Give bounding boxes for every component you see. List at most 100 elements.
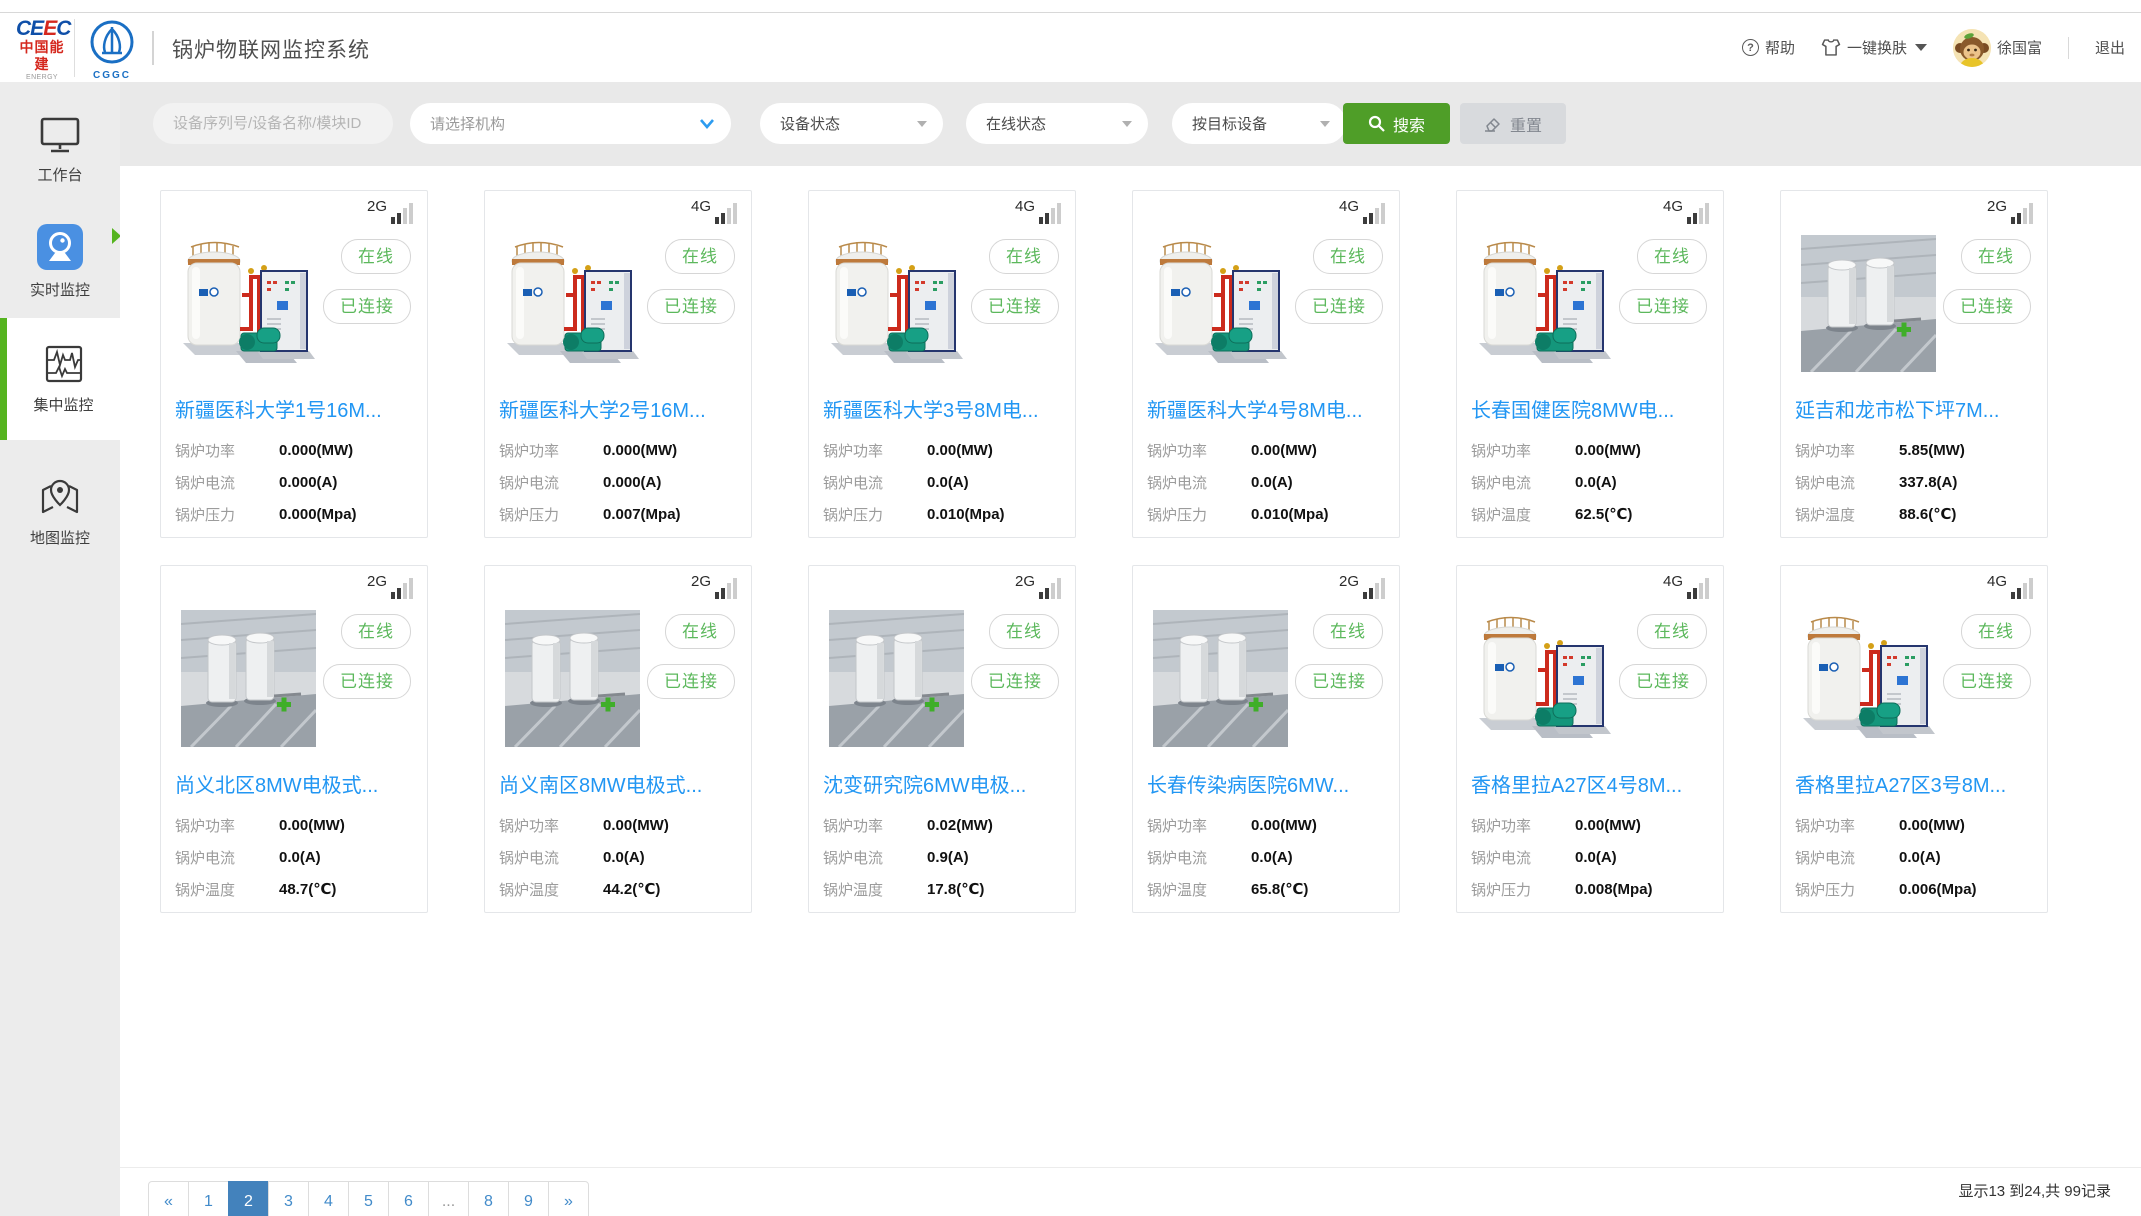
network-type-label: 2G (1987, 199, 2007, 214)
device-card[interactable]: 2G 在线 (160, 190, 428, 538)
network-type-label: 4G (1663, 199, 1683, 214)
device-title-link[interactable]: 长春传染病医院6MW... (1147, 769, 1391, 798)
device-metrics: 锅炉功率0.02(MW)锅炉电流0.9(A)锅炉温度17.8(℃) (823, 809, 1061, 905)
device-metrics: 锅炉功率0.00(MW)锅炉电流0.0(A)锅炉温度65.8(℃) (1147, 809, 1385, 905)
device-metrics: 锅炉功率5.85(MW)锅炉电流337.8(A)锅炉温度88.6(℃) (1795, 434, 2033, 530)
device-image (505, 235, 640, 372)
device-card[interactable]: 2G 在线 已连接 延吉和龙市松下坪7M... 锅炉功率5.85(MW)锅炉电流… (1780, 190, 2048, 538)
pagination-page-button[interactable]: 3 (268, 1181, 309, 1216)
target-device-select[interactable]: 按目标设备 (1172, 103, 1346, 144)
chevron-down-icon (1915, 44, 1927, 51)
title-divider (152, 31, 154, 65)
metric-label: 锅炉功率 (1147, 440, 1251, 461)
device-card[interactable]: 4G 在线 (484, 190, 752, 538)
device-metrics: 锅炉功率0.000(MW)锅炉电流0.000(A)锅炉压力0.007(Mpa) (499, 434, 737, 530)
metric-label: 锅炉压力 (823, 504, 927, 525)
device-card[interactable]: 2G 在线 已连接 尚义南区8MW电极式... 锅炉功率0.00(MW)锅炉电流… (484, 565, 752, 913)
user-menu[interactable]: 徐国富 (1953, 29, 2042, 67)
metric-label: 锅炉压力 (1795, 879, 1899, 900)
device-metrics: 锅炉功率0.00(MW)锅炉电流0.0(A)锅炉压力0.010(Mpa) (1147, 434, 1385, 530)
device-card[interactable]: 4G 在线 (1456, 190, 1724, 538)
pagination-page-button[interactable]: 5 (348, 1181, 389, 1216)
metric-value: 0.00(MW) (603, 817, 669, 834)
online-status-badge: 在线 (1313, 239, 1383, 274)
ceec-logo: CEEC 中国能建 ENERGY CHINA (16, 19, 68, 83)
device-metrics: 锅炉功率0.00(MW)锅炉电流0.0(A)锅炉温度44.2(℃) (499, 809, 737, 905)
device-title-link[interactable]: 新疆医科大学2号16M... (499, 394, 743, 423)
device-status-value: 设备状态 (780, 113, 840, 134)
device-card[interactable]: 2G 在线 已连接 长春传染病医院6MW... 锅炉功率0.00(MW)锅炉电流… (1132, 565, 1400, 913)
device-title-link[interactable]: 新疆医科大学4号8M电... (1147, 394, 1391, 423)
eraser-icon (1484, 115, 1502, 132)
metric-value: 5.85(MW) (1899, 442, 1965, 459)
device-image (1477, 610, 1612, 747)
metric-row: 锅炉电流0.0(A) (823, 466, 1061, 498)
cards-grid: 2G 在线 (120, 166, 2141, 1168)
skin-switch-button[interactable]: 一键换肤 (1821, 37, 1927, 58)
device-title-link[interactable]: 新疆医科大学3号8M电... (823, 394, 1067, 423)
online-status-select[interactable]: 在线状态 (966, 103, 1148, 144)
organization-select[interactable]: 请选择机构 (410, 103, 731, 144)
pagination-page-button[interactable]: 9 (508, 1181, 549, 1216)
pagination-next-button[interactable]: » (548, 1181, 589, 1216)
connection-status-badge: 已连接 (1943, 664, 2031, 699)
device-image (1153, 610, 1288, 747)
signal-bars-icon (391, 574, 413, 599)
device-card[interactable]: 4G 在线 (1780, 565, 2048, 913)
pagination-prev-button[interactable]: « (148, 1181, 189, 1216)
metric-label: 锅炉功率 (175, 815, 279, 836)
network-type-label: 2G (367, 574, 387, 589)
metric-value: 0.00(MW) (927, 442, 993, 459)
device-title-link[interactable]: 沈变研究院6MW电极... (823, 769, 1067, 798)
device-title-link[interactable]: 香格里拉A27区3号8M... (1795, 769, 2039, 798)
device-card[interactable]: 4G 在线 (808, 190, 1076, 538)
help-button[interactable]: ? 帮助 (1742, 37, 1795, 58)
logo-divider (74, 19, 75, 77)
chevron-down-icon (699, 118, 715, 129)
pagination-page-button[interactable]: 2 (228, 1181, 269, 1216)
online-status-badge: 在线 (989, 239, 1059, 274)
metric-value: 0.000(MW) (279, 442, 353, 459)
device-image (181, 235, 316, 372)
metric-value: 0.0(A) (279, 849, 321, 866)
online-status-badge: 在线 (665, 614, 735, 649)
metric-row: 锅炉电流337.8(A) (1795, 466, 2033, 498)
metric-label: 锅炉功率 (1795, 440, 1899, 461)
metric-row: 锅炉压力0.008(Mpa) (1471, 873, 1709, 905)
pagination-page-button[interactable]: 1 (188, 1181, 229, 1216)
device-card[interactable]: 4G 在线 (1132, 190, 1400, 538)
device-title-link[interactable]: 长春国健医院8MW电... (1471, 394, 1715, 423)
device-card[interactable]: 4G 在线 (1456, 565, 1724, 913)
device-title-link[interactable]: 尚义北区8MW电极式... (175, 769, 419, 798)
metric-label: 锅炉压力 (1471, 879, 1575, 900)
metric-value: 337.8(A) (1899, 474, 1957, 491)
waveform-icon (43, 343, 85, 385)
device-metrics: 锅炉功率0.00(MW)锅炉电流0.0(A)锅炉温度48.7(℃) (175, 809, 413, 905)
sidebar: 工作台 实时监控 集中监控 (0, 82, 120, 1216)
sidebar-item-realtime-monitor[interactable]: 实时监控 (0, 206, 120, 318)
metric-value: 65.8(℃) (1251, 880, 1308, 898)
device-title-link[interactable]: 新疆医科大学1号16M... (175, 394, 419, 423)
keyword-input[interactable] (153, 103, 393, 144)
pagination-page-button[interactable]: 8 (468, 1181, 509, 1216)
metric-row: 锅炉电流0.0(A) (1147, 841, 1385, 873)
metric-value: 0.00(MW) (279, 817, 345, 834)
sidebar-item-central-monitor[interactable]: 集中监控 (0, 318, 120, 440)
network-indicator: 2G (1987, 199, 2033, 224)
search-button[interactable]: 搜索 (1343, 103, 1450, 144)
metric-value: 0.0(A) (1251, 849, 1293, 866)
device-card[interactable]: 2G 在线 已连接 沈变研究院6MW电极... 锅炉功率0.02(MW)锅炉电流… (808, 565, 1076, 913)
sidebar-item-workbench[interactable]: 工作台 (0, 94, 120, 206)
device-title-link[interactable]: 尚义南区8MW电极式... (499, 769, 743, 798)
metric-label: 锅炉功率 (499, 440, 603, 461)
reset-button[interactable]: 重置 (1460, 103, 1566, 144)
device-status-select[interactable]: 设备状态 (760, 103, 943, 144)
metric-value: 44.2(℃) (603, 880, 660, 898)
device-card[interactable]: 2G 在线 已连接 尚义北区8MW电极式... 锅炉功率0.00(MW)锅炉电流… (160, 565, 428, 913)
sidebar-item-map-monitor[interactable]: 地图监控 (0, 456, 120, 568)
device-title-link[interactable]: 延吉和龙市松下坪7M... (1795, 394, 2039, 423)
device-title-link[interactable]: 香格里拉A27区4号8M... (1471, 769, 1715, 798)
pagination-page-button[interactable]: 6 (388, 1181, 429, 1216)
logout-button[interactable]: 退出 (2095, 37, 2125, 58)
pagination-page-button[interactable]: 4 (308, 1181, 349, 1216)
